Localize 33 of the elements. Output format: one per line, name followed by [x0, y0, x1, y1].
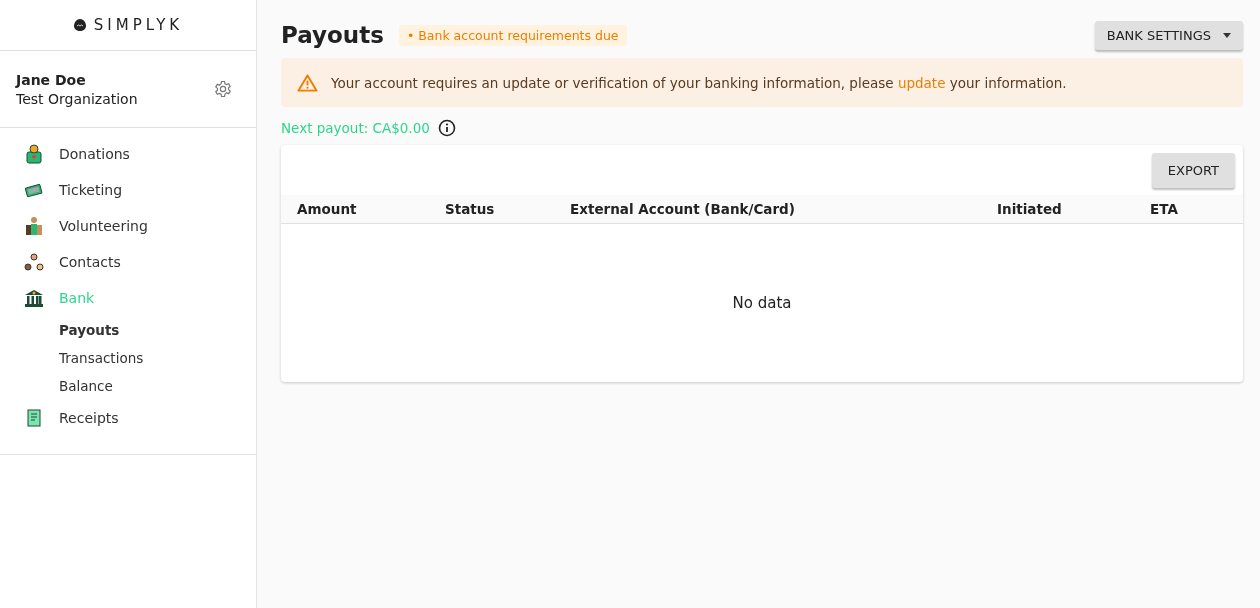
empty-message: No data [732, 294, 792, 312]
settings-icon[interactable] [214, 80, 232, 98]
bank-icon [24, 288, 44, 308]
donation-box-icon [24, 144, 44, 164]
column-header: External Account (Bank/Card) [570, 201, 796, 217]
nav-subitem[interactable]: Transactions [0, 344, 256, 372]
column-header: ETA [1150, 201, 1179, 217]
user-name: Jane Doe [16, 71, 87, 88]
page-title: Payouts [281, 22, 384, 48]
receipt-icon [24, 408, 44, 428]
alert-message: Your account requires an update or verification of your banking information, please update your information. [331, 74, 1067, 91]
nav-subitem[interactable]: Balance [0, 372, 256, 400]
organization-name: Test Organization [16, 90, 138, 107]
brand-name: SIMPLYK [93, 16, 184, 34]
export-button[interactable]: EXPORT [1151, 153, 1235, 188]
logo-icon [72, 18, 87, 32]
column-header: Initiated [997, 201, 1063, 217]
nav-item[interactable]: Volunteering [0, 208, 256, 244]
people-icon [24, 216, 44, 236]
warning-icon [297, 73, 318, 92]
caret-icon [1223, 32, 1231, 38]
column-header: Amount [297, 201, 358, 217]
nav-item[interactable]: Donations [0, 136, 256, 172]
nav-subitem[interactable]: Payouts [0, 316, 256, 344]
nav-item[interactable]: Contacts [0, 244, 256, 280]
nav-item[interactable]: Ticketing [0, 172, 256, 208]
contacts-icon [24, 252, 44, 272]
next-payout: Next payout: CA$0.00 [281, 120, 430, 136]
bank-settings-button[interactable]: BANK SETTINGS [1094, 20, 1243, 50]
nav-item[interactable]: Receipts [0, 400, 256, 436]
info-icon[interactable] [437, 119, 456, 137]
column-header: Status [445, 201, 496, 217]
status-badge: • Bank account requirements due [398, 24, 627, 46]
